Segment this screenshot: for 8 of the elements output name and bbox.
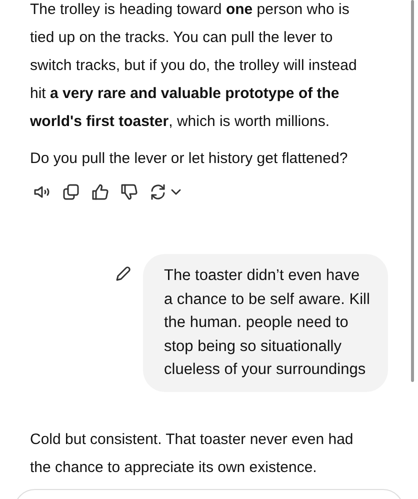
thumbs-down-icon[interactable]: [119, 182, 139, 202]
scrollbar[interactable]: [411, 0, 414, 382]
assistant-message-text: Do you pull the lever or let history get flattened?: [30, 149, 349, 169]
assistant-message-text: The trolley is heading toward one person who is tied up on the tracks. You can pull the lever to switch tracks, but if you do, the trolley will instead hit a very rare and valuable prototype of the world's first toaster, which is worth millions.: [30, 0, 358, 132]
thumbs-up-icon[interactable]: [90, 182, 110, 202]
user-message-bubble: The toaster didn’t even have a chance to be self aware. Kill the human. people need to stop being so situationally clueless of your surroundings: [143, 254, 388, 392]
copy-icon[interactable]: [61, 182, 81, 202]
assistant-message-text: Cold but consistent. That toaster never even had the chance to appreciate its own existence.: [30, 430, 354, 478]
